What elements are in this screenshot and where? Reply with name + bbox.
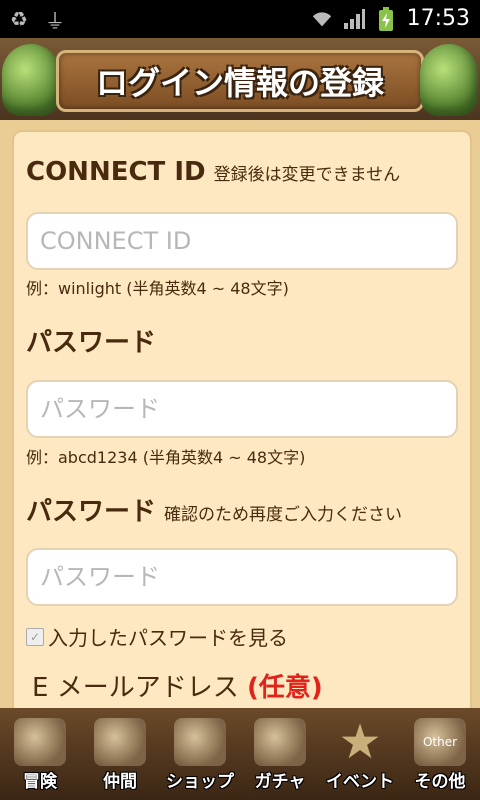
email-optional-badge: (任意) bbox=[246, 673, 323, 703]
signal-icon bbox=[343, 7, 365, 31]
connect-id-heading: CONNECT ID 登録後は変更できません bbox=[26, 157, 400, 187]
title-banner: ログイン情報の登録 bbox=[0, 38, 480, 120]
nav-gacha[interactable]: ガチャ bbox=[240, 708, 320, 800]
map-icon bbox=[14, 718, 66, 766]
other-icon: Other bbox=[414, 718, 466, 766]
connect-id-note: 登録後は変更できません bbox=[213, 165, 401, 185]
connect-id-input[interactable] bbox=[26, 212, 458, 270]
nav-adventure-label: 冒険 bbox=[23, 772, 57, 792]
email-label: E メールアドレス bbox=[32, 673, 239, 703]
nav-gacha-label: ガチャ bbox=[254, 772, 306, 792]
nav-shop[interactable]: ショップ bbox=[160, 708, 240, 800]
dragon-ornament-right bbox=[420, 44, 478, 116]
password-confirm-label: パスワード bbox=[26, 497, 157, 527]
status-bar: ♻ ⏚ 17:53 bbox=[0, 0, 480, 38]
bottom-nav: 冒険 仲間 ショップ ガチャ ★ イベント Other その他 bbox=[0, 708, 480, 800]
clock: 17:53 bbox=[406, 6, 470, 31]
password-label: パスワード bbox=[26, 328, 157, 358]
nav-other-label: その他 bbox=[414, 772, 466, 792]
checkbox-icon[interactable]: ✓ bbox=[26, 627, 44, 646]
nav-adventure[interactable]: 冒険 bbox=[0, 708, 80, 800]
show-password-label: 入力したパスワードを見る bbox=[48, 626, 288, 650]
gacha-icon bbox=[254, 718, 306, 766]
connect-id-label: CONNECT ID bbox=[26, 157, 206, 187]
party-icon bbox=[94, 718, 146, 766]
password-input[interactable] bbox=[26, 380, 458, 438]
main-content: CONNECT ID 登録後は変更できません 例：winlight (半角英数4 … bbox=[0, 120, 480, 734]
connect-id-hint: 例：winlight (半角英数4 ~ 48文字) bbox=[26, 279, 289, 298]
email-heading: E メールアドレス (任意) bbox=[32, 667, 323, 704]
star-icon: ★ bbox=[338, 714, 382, 770]
nav-event[interactable]: ★ イベント bbox=[320, 708, 400, 800]
battery-charging-icon bbox=[375, 6, 397, 31]
password-confirm-input[interactable] bbox=[26, 548, 458, 606]
nav-shop-label: ショップ bbox=[166, 772, 234, 792]
show-password-toggle[interactable]: ✓ 入力したパスワードを見る bbox=[26, 622, 288, 651]
usb-icon: ⏚ bbox=[45, 8, 65, 33]
dragon-ornament-left bbox=[2, 44, 60, 116]
page-title: ログイン情報の登録 bbox=[95, 64, 384, 102]
form-panel: CONNECT ID 登録後は変更できません 例：winlight (半角英数4 … bbox=[12, 130, 472, 734]
wifi-icon bbox=[311, 7, 333, 31]
title-frame: ログイン情報の登録 bbox=[56, 50, 424, 112]
password-confirm-heading: パスワード 確認のため再度ご入力ください bbox=[26, 491, 402, 528]
shop-icon bbox=[174, 718, 226, 766]
nav-other[interactable]: Other その他 bbox=[400, 708, 480, 800]
password-heading: パスワード bbox=[26, 322, 156, 359]
nav-event-label: イベント bbox=[326, 772, 394, 792]
password-confirm-note: 確認のため再度ご入力ください bbox=[164, 505, 403, 525]
password-hint: 例：abcd1234 (半角英数4 ~ 48文字) bbox=[26, 448, 306, 467]
nav-party[interactable]: 仲間 bbox=[80, 708, 160, 800]
other-icon-text: Other bbox=[422, 735, 458, 749]
recycle-icon: ♻ bbox=[10, 7, 28, 31]
nav-party-label: 仲間 bbox=[103, 772, 137, 792]
